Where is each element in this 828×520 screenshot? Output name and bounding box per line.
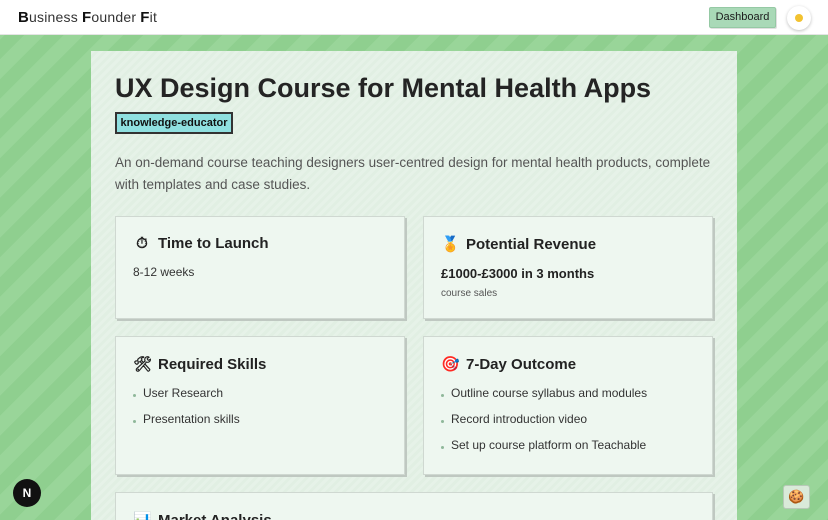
outcome-list: Outline course syllabus and modules Reco… [441, 386, 647, 464]
dashboard-button[interactable]: Dashboard [709, 7, 776, 28]
card-title: Required Skills [158, 355, 267, 373]
brand-logo[interactable]: Business Founder Fit [18, 9, 157, 26]
tools-icon: 🛠 [133, 356, 153, 373]
list-item: Record introduction video [441, 412, 647, 438]
potential-revenue-card: 🏅 Potential Revenue £1000-£3000 in 3 mon… [423, 216, 713, 319]
chart-icon: 📊 [133, 511, 152, 520]
sun-icon [795, 14, 803, 22]
top-navbar: Business Founder Fit Dashboard [0, 0, 828, 35]
list-item: Set up course platform on Teachable [441, 438, 647, 464]
time-to-launch-card: ⏱ Time to Launch 8-12 weeks [115, 216, 405, 319]
target-icon: 🎯 [441, 356, 460, 373]
card-title: Potential Revenue [466, 235, 597, 253]
brand-initial-f: F [82, 9, 92, 26]
theme-toggle-button[interactable] [787, 6, 811, 30]
revenue-value: £1000-£3000 in 3 months [441, 266, 595, 281]
launch-time-value: 8-12 weeks [133, 265, 195, 279]
card-title: Time to Launch [158, 235, 269, 252]
brand-word-business: usiness [29, 9, 83, 25]
cookie-icon[interactable]: 🍪 [783, 485, 810, 509]
medal-icon: 🏅 [441, 236, 460, 253]
list-item: Presentation skills [133, 412, 240, 438]
page-title: UX Design Course for Mental Health Apps [115, 73, 652, 103]
list-item: User Research [133, 386, 240, 412]
idea-description: An on-demand course teaching designers u… [115, 155, 711, 192]
brand-word-fit: it [149, 9, 158, 25]
nextjs-dev-badge[interactable]: N [13, 479, 41, 507]
seven-day-outcome-card: 🎯 7-Day Outcome Outline course syllabus … [423, 336, 713, 475]
category-tag[interactable]: knowledge-educator [115, 112, 233, 134]
market-analysis-card: 📊 Market Analysis [115, 492, 713, 520]
stopwatch-icon: ⏱ [136, 235, 148, 252]
required-skills-card: 🛠 Required Skills User Research Presenta… [115, 336, 405, 475]
brand-word-founder: ounder [91, 9, 141, 25]
brand-initial-f2: F [140, 9, 150, 26]
card-title: 7-Day Outcome [466, 355, 577, 373]
revenue-note: course sales [441, 288, 498, 299]
brand-initial-b: B [18, 9, 30, 26]
skills-list: User Research Presentation skills [133, 386, 240, 438]
list-item: Outline course syllabus and modules [441, 386, 647, 412]
card-title: Market Analysis [158, 511, 272, 520]
